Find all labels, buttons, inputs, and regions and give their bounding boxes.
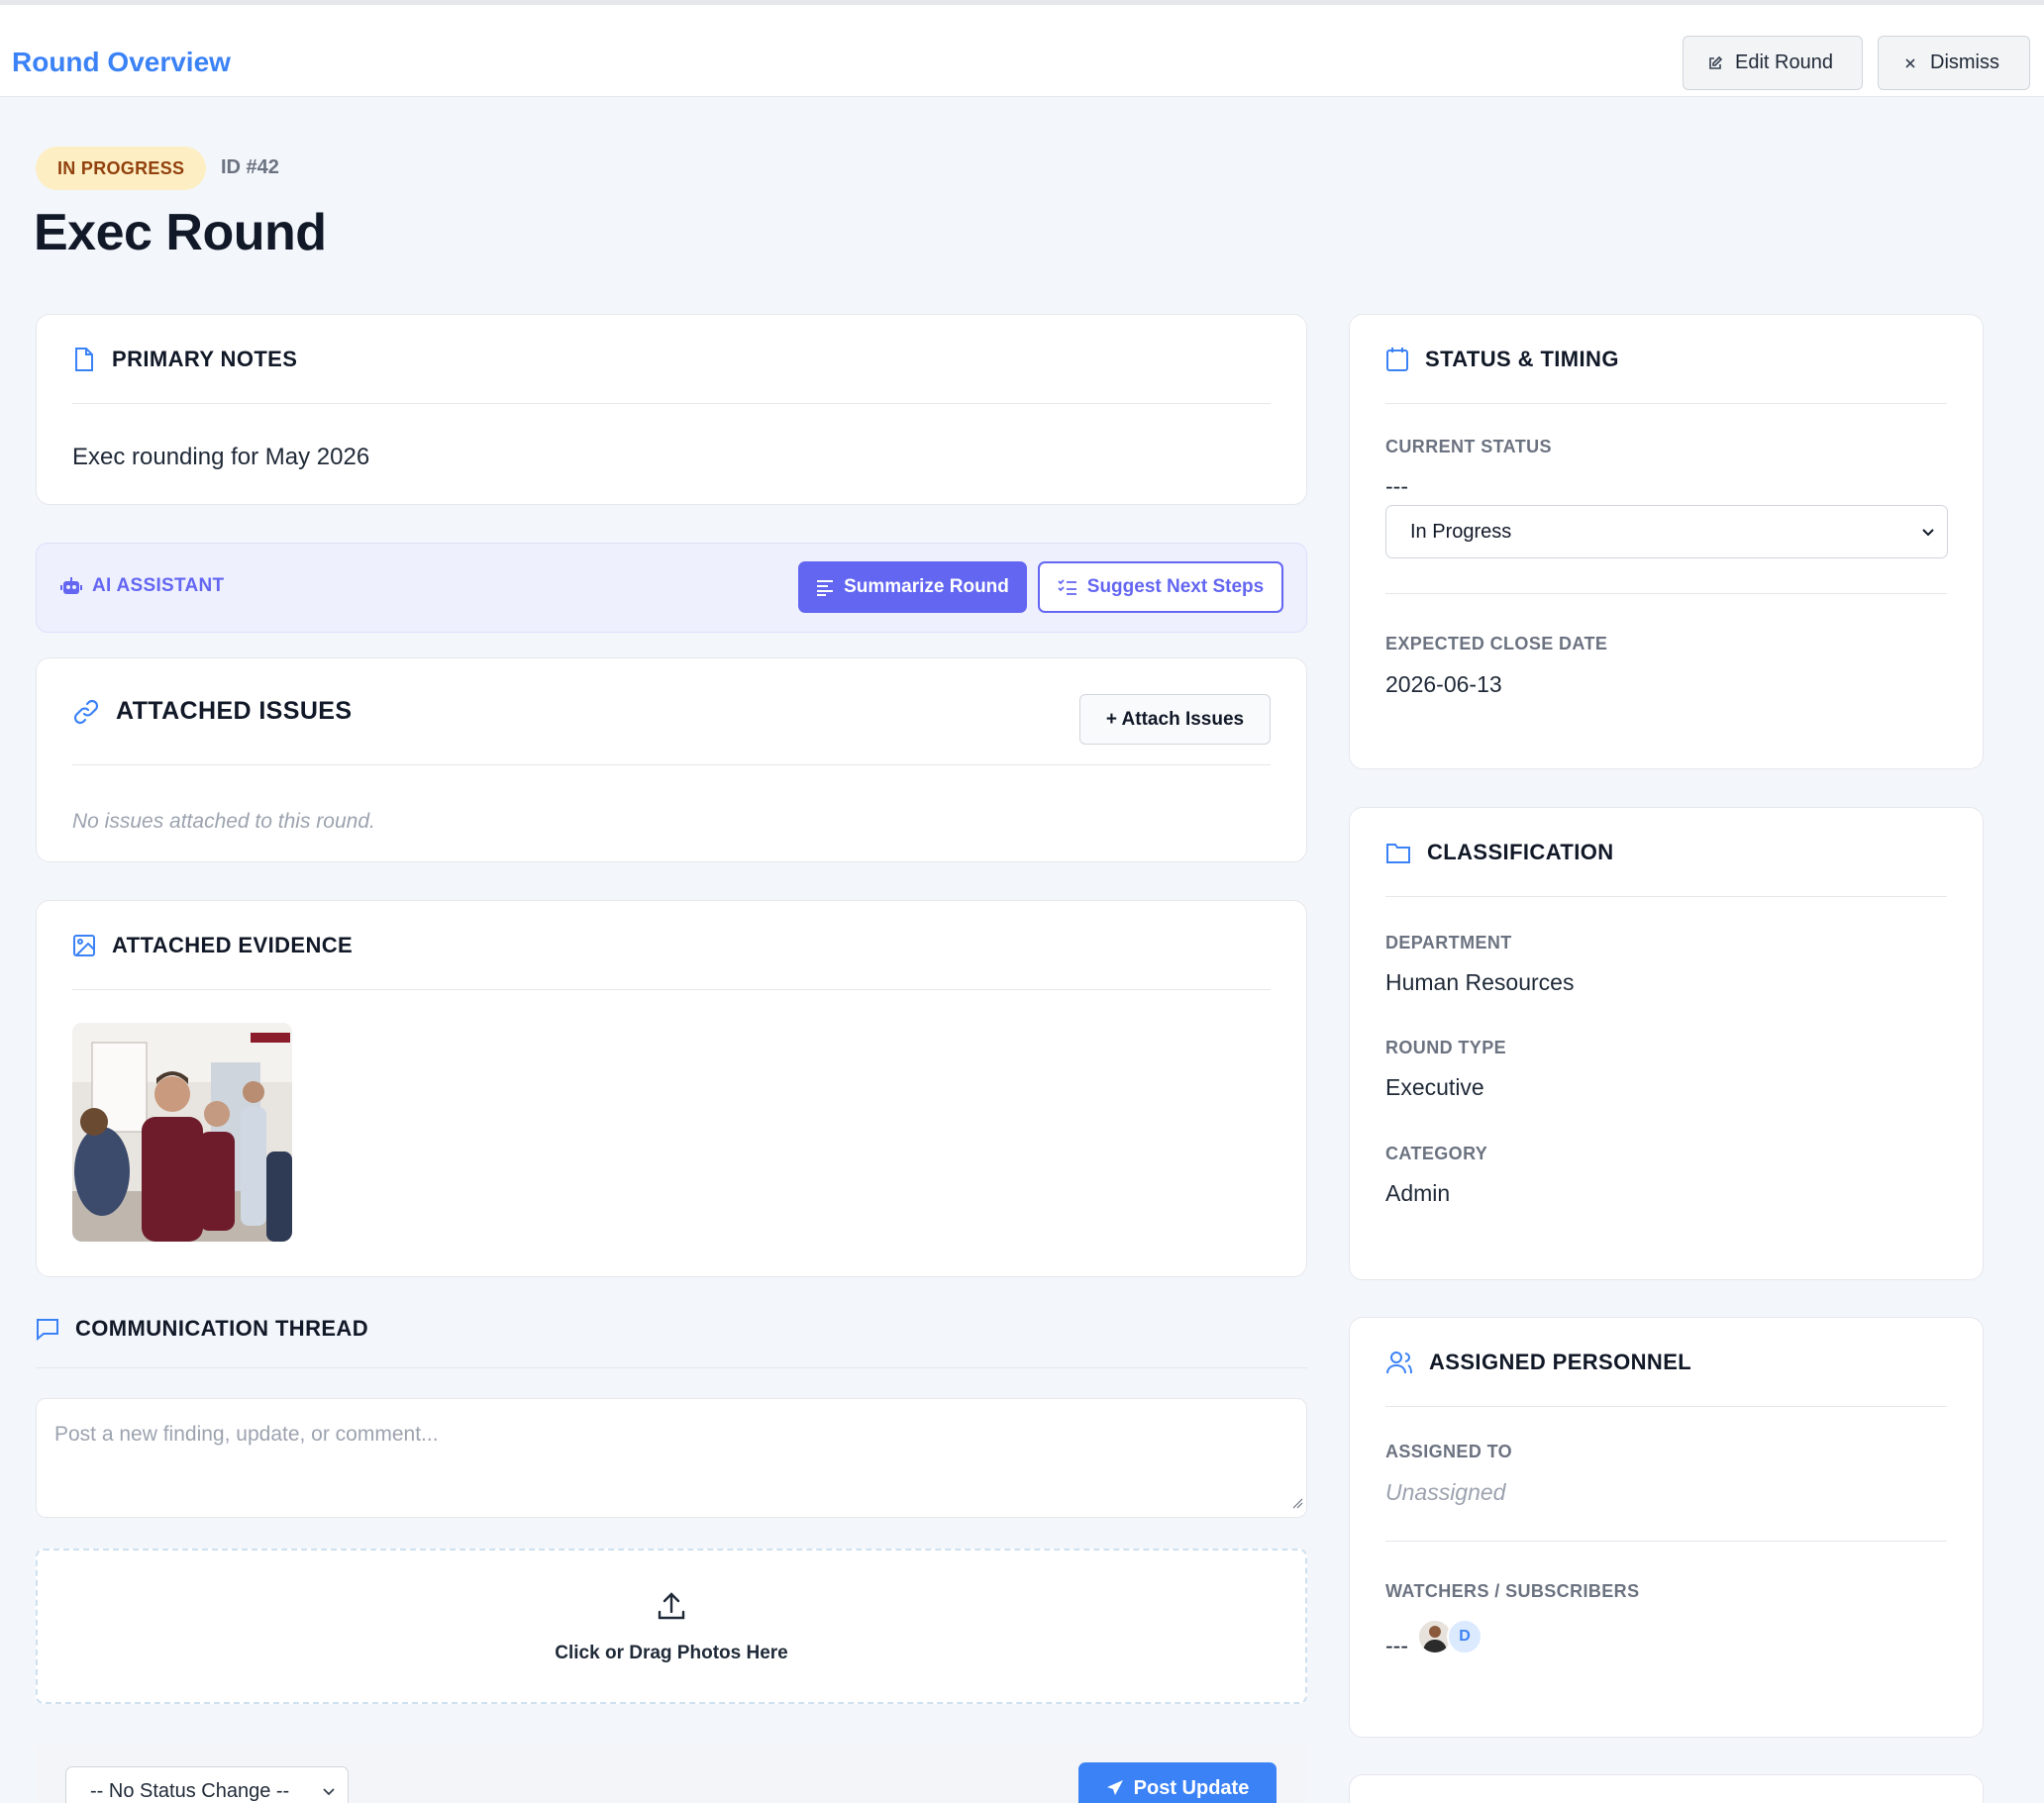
edit-round-label: Edit Round xyxy=(1735,51,1833,73)
assigned-to-label: ASSIGNED TO xyxy=(1385,1442,1513,1461)
department-value: Human Resources xyxy=(1385,969,1575,995)
category-label: CATEGORY xyxy=(1385,1144,1488,1163)
attached-evidence-card: ATTACHED EVIDENCE xyxy=(36,900,1307,1277)
status-change-select[interactable]: -- No Status Change -- xyxy=(65,1766,349,1803)
status-change-value: -- No Status Change -- xyxy=(90,1779,290,1802)
dismiss-label: Dismiss xyxy=(1930,51,1999,73)
round-type-label: ROUND TYPE xyxy=(1385,1038,1507,1057)
chat-bubble-icon xyxy=(36,1299,59,1341)
suggest-next-steps-label: Suggest Next Steps xyxy=(1086,576,1265,597)
classification-card: CLASSIFICATION DEPARTMENT Human Resource… xyxy=(1349,807,1984,1280)
status-timing-heading: STATUS & TIMING xyxy=(1425,346,1619,371)
suggest-next-steps-button[interactable]: Suggest Next Steps xyxy=(1038,561,1283,613)
resize-grip-icon[interactable] xyxy=(1291,1496,1303,1514)
summarize-round-button[interactable]: Summarize Round xyxy=(798,561,1027,613)
calendar-icon xyxy=(1385,347,1409,372)
checklist-icon xyxy=(1058,578,1077,596)
status-divider xyxy=(1385,593,1947,594)
communication-thread-header: COMMUNICATION THREAD xyxy=(36,1299,1307,1368)
upload-icon xyxy=(656,1590,687,1627)
communication-thread-heading: COMMUNICATION THREAD xyxy=(75,1316,369,1341)
dropzone-text: Click or Drag Photos Here xyxy=(555,1643,788,1663)
next-card-partial xyxy=(1349,1774,1984,1803)
document-icon xyxy=(72,347,96,372)
category-value: Admin xyxy=(1385,1180,1451,1206)
close-date-label: EXPECTED CLOSE DATE xyxy=(1385,634,1608,653)
current-status-label: CURRENT STATUS xyxy=(1385,437,1552,456)
dismiss-button[interactable]: Dismiss xyxy=(1878,36,2030,90)
attach-issues-button[interactable]: + Attach Issues xyxy=(1079,694,1271,745)
align-left-icon xyxy=(816,578,834,596)
primary-notes-header: PRIMARY NOTES xyxy=(72,315,1271,404)
ai-assistant-bar: AI ASSISTANT Summarize Round Suggest Nex… xyxy=(36,543,1307,633)
ai-assistant-label-group: AI ASSISTANT xyxy=(60,575,224,597)
no-issues-text: No issues attached to this round. xyxy=(72,810,375,833)
comment-textarea[interactable]: Post a new finding, update, or comment..… xyxy=(36,1398,1307,1518)
status-timing-card: STATUS & TIMING CURRENT STATUS --- In Pr… xyxy=(1349,314,1984,769)
status-badge: IN PROGRESS xyxy=(36,147,207,190)
folder-icon xyxy=(1385,841,1411,864)
post-update-label: Post Update xyxy=(1133,1776,1250,1799)
personnel-divider xyxy=(1385,1541,1947,1542)
primary-notes-heading: PRIMARY NOTES xyxy=(112,346,298,371)
primary-notes-card: PRIMARY NOTES Exec rounding for May 2026 xyxy=(36,314,1307,505)
status-select-value: In Progress xyxy=(1410,520,1512,543)
round-id: ID #42 xyxy=(221,156,279,178)
classification-heading: CLASSIFICATION xyxy=(1427,839,1614,864)
chevron-down-icon xyxy=(1921,525,1935,539)
edit-round-button[interactable]: Edit Round xyxy=(1683,36,1863,90)
link-icon xyxy=(72,698,100,726)
ai-assistant-label: AI ASSISTANT xyxy=(92,575,225,596)
summarize-round-label: Summarize Round xyxy=(844,576,1009,597)
round-type-value: Executive xyxy=(1385,1074,1484,1100)
chevron-down-icon xyxy=(322,1784,336,1798)
image-icon xyxy=(72,934,96,957)
attached-evidence-heading: ATTACHED EVIDENCE xyxy=(112,932,354,957)
assigned-personnel-header: ASSIGNED PERSONNEL xyxy=(1385,1318,1947,1407)
current-status-value: --- xyxy=(1385,473,1408,499)
robot-icon xyxy=(60,576,82,596)
photo-dropzone[interactable]: Click or Drag Photos Here xyxy=(36,1549,1307,1704)
edit-icon xyxy=(1707,55,1723,71)
post-update-button[interactable]: Post Update xyxy=(1078,1762,1277,1803)
watchers-label: WATCHERS / SUBSCRIBERS xyxy=(1385,1581,1640,1601)
assigned-personnel-card: ASSIGNED PERSONNEL ASSIGNED TO Unassigne… xyxy=(1349,1317,1984,1738)
send-icon xyxy=(1106,1779,1124,1797)
top-header: Round Overview Edit Round Dismiss xyxy=(0,5,2044,97)
evidence-photo-thumbnail[interactable] xyxy=(72,1023,292,1242)
close-icon xyxy=(1902,55,1918,71)
comment-placeholder: Post a new finding, update, or comment..… xyxy=(54,1423,439,1446)
department-label: DEPARTMENT xyxy=(1385,933,1512,952)
attached-issues-heading: ATTACHED ISSUES xyxy=(116,697,353,725)
page-header-title: Round Overview xyxy=(12,47,231,77)
status-timing-header: STATUS & TIMING xyxy=(1385,315,1947,404)
attached-issues-card: ATTACHED ISSUES + Attach Issues No issue… xyxy=(36,657,1307,862)
post-update-bar: -- No Status Change -- Post Update xyxy=(36,1745,1307,1803)
evidence-photo-illustration xyxy=(72,1023,292,1242)
watchers-prefix: --- xyxy=(1385,1633,1408,1658)
primary-notes-text: Exec rounding for May 2026 xyxy=(72,444,370,470)
assigned-to-value: Unassigned xyxy=(1385,1479,1506,1505)
close-date-value: 2026-06-13 xyxy=(1385,671,1502,697)
assigned-personnel-heading: ASSIGNED PERSONNEL xyxy=(1429,1349,1692,1374)
watcher-avatar-initial[interactable]: D xyxy=(1447,1619,1482,1654)
status-select[interactable]: In Progress xyxy=(1385,505,1948,558)
classification-header: CLASSIFICATION xyxy=(1385,808,1947,897)
attached-evidence-header: ATTACHED EVIDENCE xyxy=(72,901,1271,990)
user-icon xyxy=(1385,1351,1413,1374)
page-title: Exec Round xyxy=(34,204,327,261)
